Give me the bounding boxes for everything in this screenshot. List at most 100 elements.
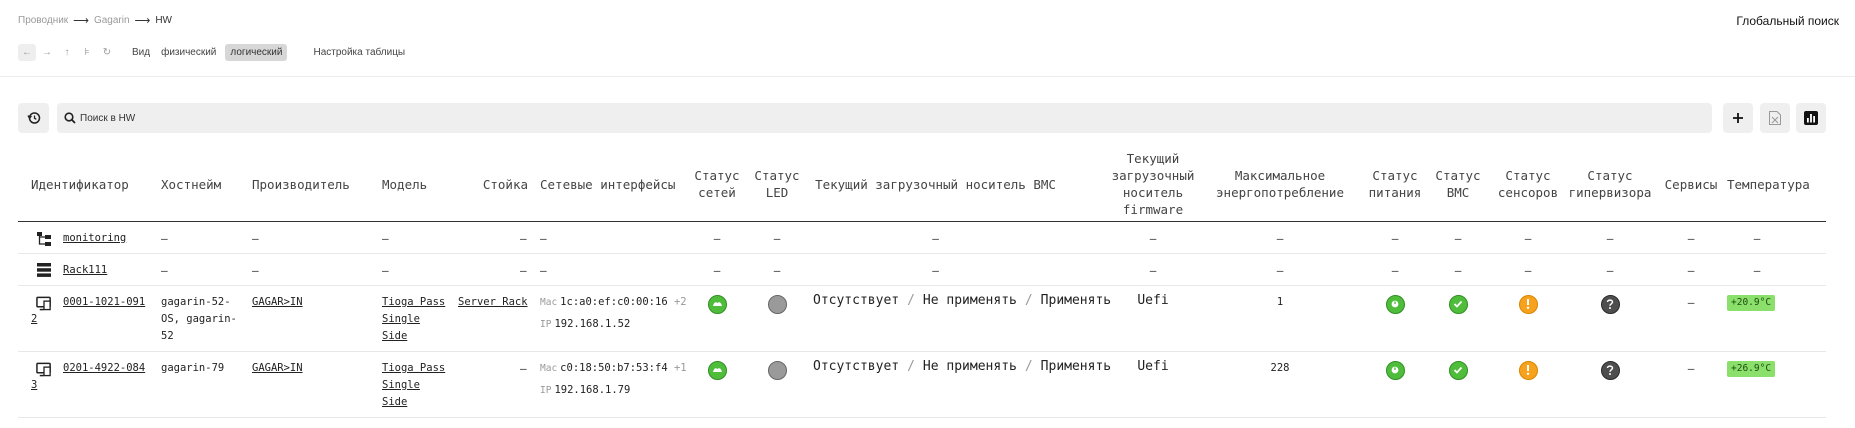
- hw-table: Идентификатор Хостнейм Производитель Мод…: [18, 146, 1826, 418]
- row-id-link[interactable]: 0201-4922-084: [63, 360, 153, 377]
- row-power-status: –: [1391, 232, 1399, 245]
- table-row[interactable]: 0201-4922-084 3 gagarin-79 GAGAR>IN Tiog…: [18, 352, 1826, 418]
- breadcrumb-item-gagarin[interactable]: Gagarin: [94, 15, 130, 26]
- col-id-header[interactable]: Идентификатор: [31, 146, 141, 222]
- bar-chart-icon: [1804, 111, 1818, 125]
- col-rack-header[interactable]: Стойка: [448, 146, 528, 222]
- row-boot-bmc: Отсутствует / Не применять / Применять: [813, 292, 1111, 309]
- row-net-status: –: [713, 232, 721, 245]
- global-search-link[interactable]: Глобальный поиск: [1736, 14, 1839, 28]
- row-max-power: 228: [1270, 362, 1290, 374]
- mac-more-badge[interactable]: +2: [674, 296, 687, 308]
- row-rack: –: [520, 362, 527, 375]
- led-status-icon: [765, 294, 789, 314]
- col-power-status-header[interactable]: Статус питания: [1361, 146, 1429, 222]
- refresh-icon[interactable]: ↻: [98, 44, 116, 61]
- row-model: –: [382, 232, 389, 245]
- mac-prefix: Mac: [540, 363, 558, 374]
- row-mac: Mac c0:18:50:b7:53:f4 +1: [540, 360, 687, 377]
- row-id-line2[interactable]: 2: [31, 311, 37, 328]
- boot-absent-option[interactable]: Отсутствует: [813, 359, 899, 374]
- row-net: –: [540, 232, 547, 245]
- row-boot-fw: –: [1149, 232, 1157, 245]
- col-boot-fw-header[interactable]: Текущий загрузочный носитель firmware: [1108, 146, 1198, 222]
- spreadsheet-export-icon: [1769, 111, 1781, 125]
- search-icon: [64, 112, 76, 124]
- row-model-link[interactable]: Tioga Pass: [382, 360, 445, 377]
- row-id-link[interactable]: monitoring: [63, 230, 126, 247]
- row-led-status: –: [773, 232, 781, 245]
- col-net-header[interactable]: Сетевые интерфейсы: [540, 146, 685, 222]
- forward-icon[interactable]: →: [38, 44, 56, 61]
- row-id-line1: 0001-1021-091: [63, 296, 146, 308]
- row-id-link[interactable]: 0001-1021-091: [63, 294, 153, 311]
- row-vendor-link[interactable]: GAGAR>IN: [252, 294, 303, 311]
- row-model-link-l3[interactable]: Side: [382, 394, 407, 411]
- table-row[interactable]: Rack111 – – – – – – – – – – – – – – – –: [18, 254, 1826, 286]
- boot-noapply-option[interactable]: Не применять: [923, 359, 1017, 374]
- charts-button[interactable]: [1796, 103, 1826, 133]
- table-row[interactable]: 0001-1021-091 2 gagarin-52- OS, gagarin-…: [18, 286, 1826, 352]
- row-hostname-l1: gagarin-52-: [161, 296, 231, 308]
- row-sensor-status: –: [1524, 264, 1532, 277]
- row-id-link[interactable]: Rack111: [63, 262, 107, 279]
- view-physical-tab[interactable]: физический: [158, 45, 219, 60]
- col-model-header[interactable]: Модель: [382, 146, 442, 222]
- row-rack: –: [520, 264, 527, 277]
- back-icon[interactable]: ←: [18, 43, 36, 61]
- power-status-icon: [1383, 360, 1407, 380]
- row-ip: IP 192.168.1.79: [540, 382, 630, 399]
- table-settings-button[interactable]: Настройка таблицы: [313, 47, 405, 58]
- boot-absent-option[interactable]: Отсутствует: [813, 293, 899, 308]
- view-label: Вид: [132, 46, 151, 58]
- boot-apply-option[interactable]: Применять: [1041, 359, 1111, 374]
- server-icon: [36, 295, 52, 311]
- led-status-icon: [765, 360, 789, 380]
- table-row[interactable]: monitoring – – – – – – – – – – – – – – –…: [18, 222, 1826, 254]
- col-sensor-status-header[interactable]: Статус сенсоров: [1488, 146, 1568, 222]
- history-button[interactable]: [18, 103, 49, 133]
- view-logical-tab[interactable]: логический: [225, 43, 288, 61]
- up-icon[interactable]: ↑: [58, 44, 76, 61]
- col-hv-status-header[interactable]: Статус гипервизора: [1561, 146, 1659, 222]
- col-net-status-header[interactable]: Статус сетей: [692, 146, 742, 222]
- col-hostname-header[interactable]: Хостнейм: [161, 146, 241, 222]
- row-id-line2[interactable]: 3: [31, 377, 37, 394]
- row-services: –: [1687, 296, 1695, 309]
- tree-icon[interactable]: ⊧: [78, 44, 96, 61]
- row-hostname-l1: gagarin-79: [161, 362, 225, 374]
- row-max-power: –: [1276, 232, 1284, 245]
- boot-noapply-option[interactable]: Не применять: [923, 293, 1017, 308]
- mac-value: 1c:a0:ef:c0:00:16: [560, 296, 668, 308]
- row-vendor-link[interactable]: GAGAR>IN: [252, 360, 303, 377]
- col-temp-header[interactable]: Температура: [1727, 146, 1827, 222]
- col-bmc-status-header[interactable]: Статус BMC: [1430, 146, 1486, 222]
- mac-more-badge[interactable]: +1: [674, 362, 687, 374]
- search-input[interactable]: [80, 112, 480, 124]
- col-vendor-header[interactable]: Производитель: [252, 146, 362, 222]
- col-services-header[interactable]: Сервисы: [1658, 146, 1724, 222]
- row-rack-link[interactable]: Server Rack: [458, 294, 528, 311]
- export-button[interactable]: [1760, 103, 1790, 133]
- col-led-status-header[interactable]: Статус LED: [748, 146, 806, 222]
- add-button[interactable]: [1723, 103, 1753, 133]
- boot-apply-option[interactable]: Применять: [1041, 293, 1111, 308]
- row-hostname: –: [161, 264, 168, 277]
- row-boot-bmc: –: [932, 264, 939, 277]
- ip-value: 192.168.1.52: [554, 318, 631, 330]
- row-model-link-l3[interactable]: Side: [382, 328, 407, 345]
- table-header: Идентификатор Хостнейм Производитель Мод…: [18, 146, 1826, 222]
- row-model-link[interactable]: Tioga Pass: [382, 294, 445, 311]
- col-boot-bmc-header[interactable]: Текущий загрузочный носитель BMC: [813, 146, 1058, 222]
- plus-icon: [1733, 113, 1743, 123]
- col-max-power-header[interactable]: Максимальное энергопотребление: [1210, 146, 1350, 222]
- breadcrumb-item-explorer[interactable]: Проводник: [18, 15, 68, 26]
- search-box: [57, 103, 1712, 133]
- row-sensor-status: –: [1524, 232, 1532, 245]
- row-model-link-l2[interactable]: Single: [382, 377, 420, 394]
- row-temp: –: [1753, 264, 1761, 277]
- row-led-status: –: [773, 264, 781, 277]
- row-hv-status: –: [1606, 264, 1614, 277]
- row-hostname: –: [161, 232, 168, 245]
- row-model-link-l2[interactable]: Single: [382, 311, 420, 328]
